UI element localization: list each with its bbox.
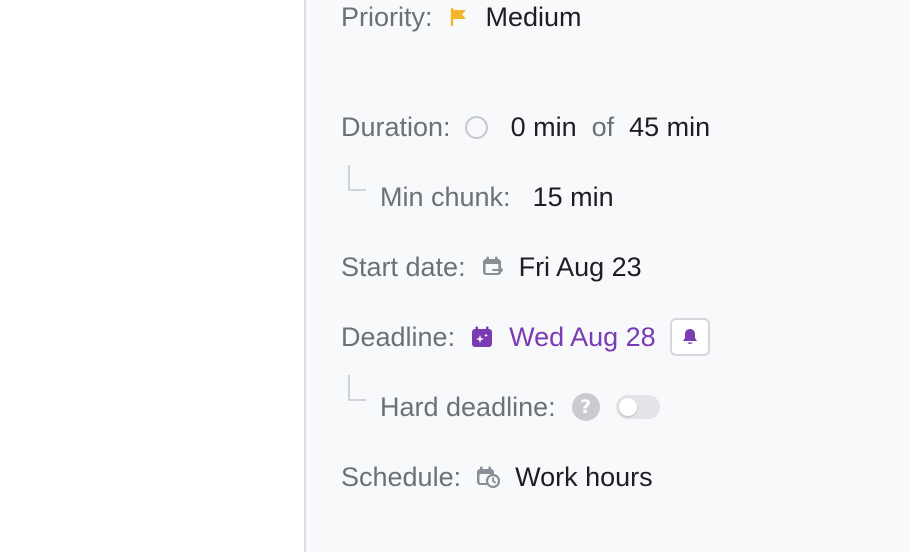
left-pane: [0, 0, 304, 552]
min-chunk-value[interactable]: 15 min: [533, 182, 614, 213]
schedule-value[interactable]: Work hours: [515, 462, 653, 493]
task-details-panel: Priority: Medium Duration: 0 min of 45 m…: [306, 0, 910, 552]
duration-label: Duration:: [341, 111, 451, 142]
start-date-value[interactable]: Fri Aug 23: [519, 252, 642, 283]
calendar-arrow-icon: [481, 255, 505, 279]
calendar-sparkle-icon: [471, 326, 493, 348]
deadline-label: Deadline:: [341, 321, 456, 352]
toggle-knob: [618, 398, 637, 416]
hard-deadline-label: Hard deadline:: [380, 391, 556, 422]
deadline-reminder-button[interactable]: [669, 318, 710, 356]
duration-total[interactable]: 45 min: [629, 112, 710, 143]
question-icon[interactable]: ?: [571, 393, 600, 421]
calendar-clock-icon: [476, 465, 501, 489]
duration-row[interactable]: Duration: 0 min of 45 min: [341, 107, 710, 147]
schedule-row[interactable]: Schedule: Work hours: [341, 457, 653, 497]
hard-deadline-row: Hard deadline: ?: [380, 387, 660, 427]
tree-connector: [348, 375, 366, 401]
hard-deadline-toggle[interactable]: [615, 395, 660, 419]
min-chunk-label: Min chunk:: [380, 181, 511, 212]
start-date-row[interactable]: Start date: Fri Aug 23: [341, 247, 642, 287]
priority-row[interactable]: Priority: Medium: [341, 0, 582, 37]
duration-of: of: [591, 111, 615, 142]
min-chunk-row[interactable]: Min chunk: 15 min: [380, 177, 614, 217]
start-date-label: Start date:: [341, 251, 466, 282]
schedule-label: Schedule:: [341, 461, 462, 492]
priority-label: Priority:: [341, 1, 433, 32]
tree-connector: [348, 165, 366, 191]
deadline-row[interactable]: Deadline: Wed Aug 28: [341, 317, 710, 357]
priority-value: Medium: [485, 1, 582, 32]
deadline-value[interactable]: Wed Aug 28: [509, 322, 656, 353]
progress-ring-icon: [464, 115, 488, 139]
flag-icon: [449, 7, 469, 27]
duration-spent: 0 min: [510, 111, 577, 142]
bell-icon: [680, 327, 700, 347]
